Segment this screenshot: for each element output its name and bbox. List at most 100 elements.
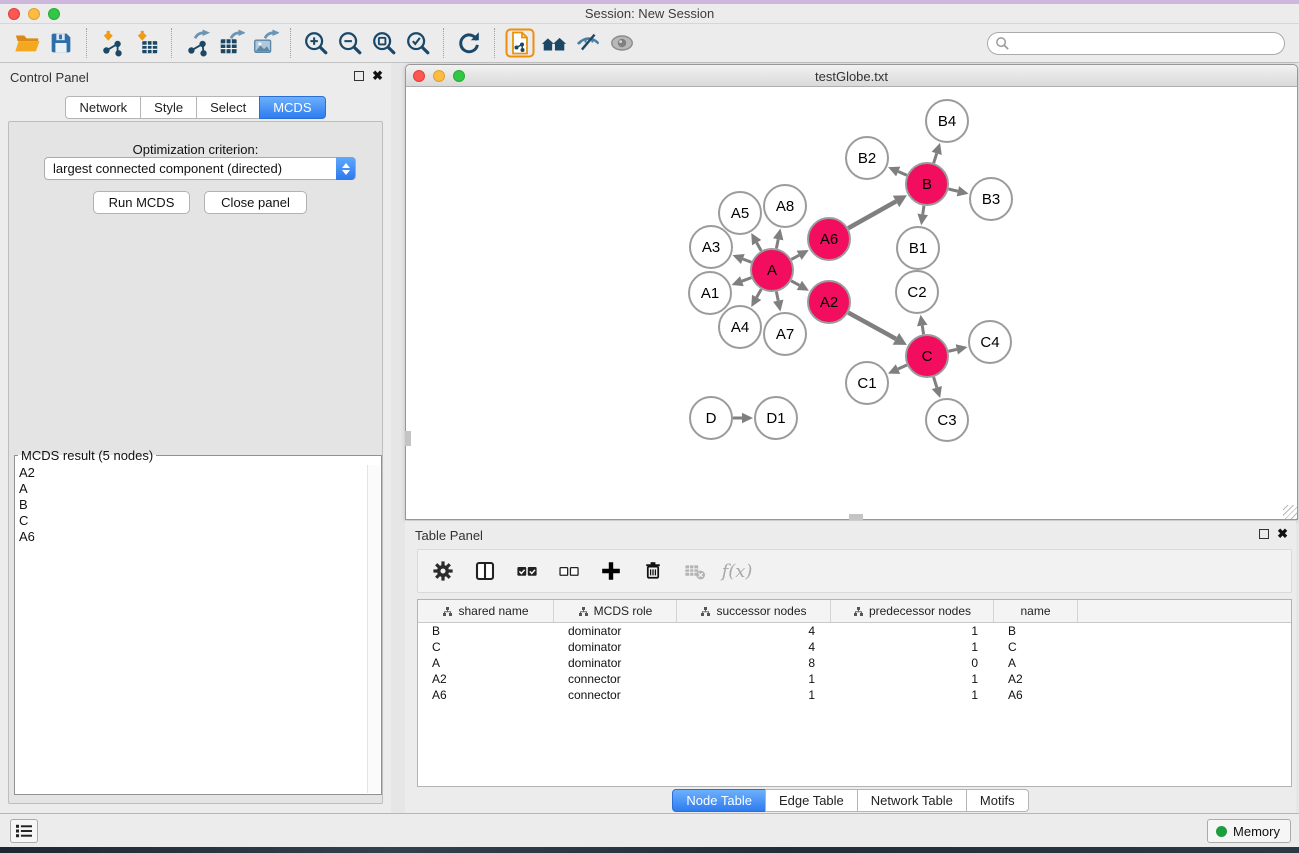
tab-style[interactable]: Style [140, 96, 197, 119]
close-panel-button[interactable]: Close panel [204, 191, 307, 214]
cell-predecessor-nodes[interactable]: 1 [831, 671, 994, 687]
result-item[interactable]: A [16, 481, 366, 497]
cell-name[interactable]: A2 [994, 671, 1078, 687]
result-item[interactable]: A6 [16, 529, 366, 545]
run-mcds-button[interactable]: Run MCDS [93, 191, 190, 214]
cell-predecessor-nodes[interactable]: 0 [831, 655, 994, 671]
resize-grip[interactable] [1283, 505, 1297, 519]
edge-C-C3[interactable] [934, 377, 937, 388]
left-splitter-handle[interactable] [405, 431, 411, 446]
export-table-button[interactable] [214, 26, 248, 60]
home-button[interactable] [537, 26, 571, 60]
cell-shared-name[interactable]: A2 [418, 671, 554, 687]
cell-shared-name[interactable]: A6 [418, 687, 554, 703]
table-settings-button[interactable] [428, 556, 458, 586]
edge-A-A3[interactable] [743, 259, 752, 262]
import-table-button[interactable] [129, 26, 163, 60]
edge-B-B3[interactable] [948, 189, 957, 191]
result-item[interactable]: C [16, 513, 366, 529]
edge-A-A8[interactable] [776, 239, 778, 248]
cell-mcds-role[interactable]: dominator [554, 639, 677, 655]
edge-C-C1[interactable] [898, 365, 907, 369]
optimization-criterion-select[interactable]: largest connected component (directed) [44, 157, 356, 180]
deselect-all-button[interactable] [554, 556, 584, 586]
cell-mcds-role[interactable]: connector [554, 671, 677, 687]
export-network-button[interactable] [180, 26, 214, 60]
edge-A-A1[interactable] [742, 278, 751, 282]
memory-button[interactable]: Memory [1207, 819, 1291, 843]
refresh-button[interactable] [452, 26, 486, 60]
float-table-panel-icon[interactable] [1259, 529, 1269, 539]
edge-C-C2[interactable] [922, 326, 923, 335]
table-row[interactable]: Adominator80A [418, 655, 1291, 671]
edge-A-A5[interactable] [757, 243, 762, 251]
tab-network-table[interactable]: Network Table [857, 789, 967, 812]
column-header-mcds-role[interactable]: MCDS role [554, 600, 677, 622]
cell-shared-name[interactable]: B [418, 623, 554, 639]
cell-mcds-role[interactable]: dominator [554, 623, 677, 639]
cell-name[interactable]: C [994, 639, 1078, 655]
tab-select[interactable]: Select [196, 96, 260, 119]
select-all-button[interactable] [512, 556, 542, 586]
delete-row-button[interactable] [638, 556, 668, 586]
hide-panel-button[interactable] [571, 26, 605, 60]
export-image-button[interactable] [248, 26, 282, 60]
network-canvas[interactable]: B4B2BB3A5A8A6B1A3AC2A1A2A4A7C4CC1C3DD1 [407, 88, 1296, 518]
edge-A-A7[interactable] [776, 292, 778, 301]
cell-mcds-role[interactable]: dominator [554, 655, 677, 671]
task-history-button[interactable] [10, 819, 38, 843]
result-item[interactable]: A2 [16, 465, 366, 481]
import-network-button[interactable] [95, 26, 129, 60]
tab-node-table[interactable]: Node Table [672, 789, 766, 812]
edge-A6-B[interactable] [848, 201, 896, 228]
cell-predecessor-nodes[interactable]: 1 [831, 639, 994, 655]
cell-successor-nodes[interactable]: 4 [677, 623, 831, 639]
function-builder-button[interactable]: f(x) [722, 556, 752, 586]
table-row[interactable]: Cdominator41C [418, 639, 1291, 655]
save-session-button[interactable] [44, 26, 78, 60]
zoom-selected-button[interactable] [401, 26, 435, 60]
cell-successor-nodes[interactable]: 1 [677, 687, 831, 703]
tab-network[interactable]: Network [65, 96, 141, 119]
cell-name[interactable]: A6 [994, 687, 1078, 703]
table-row[interactable]: A2connector11A2 [418, 671, 1291, 687]
zoom-fit-button[interactable] [367, 26, 401, 60]
tab-edge-table[interactable]: Edge Table [765, 789, 858, 812]
cell-predecessor-nodes[interactable]: 1 [831, 623, 994, 639]
column-header-shared-name[interactable]: shared name [418, 600, 554, 622]
show-panel-button[interactable] [605, 26, 639, 60]
edge-B-B4[interactable] [934, 153, 937, 163]
edge-B-B2[interactable] [898, 172, 907, 176]
close-panel-icon[interactable]: ✖ [372, 70, 383, 82]
table-row[interactable]: Bdominator41B [418, 623, 1291, 639]
cell-mcds-role[interactable]: connector [554, 687, 677, 703]
network-window-titlebar[interactable]: testGlobe.txt [406, 65, 1297, 87]
edge-C-C4[interactable] [948, 349, 956, 351]
float-panel-icon[interactable] [354, 71, 364, 81]
tab-motifs[interactable]: Motifs [966, 789, 1029, 812]
edge-A-A6[interactable] [791, 255, 799, 259]
edge-A2-C[interactable] [848, 313, 896, 339]
column-header-predecessor-nodes[interactable]: predecessor nodes [831, 600, 994, 622]
delete-table-button[interactable] [680, 556, 710, 586]
edge-A-A4[interactable] [757, 289, 762, 297]
cell-successor-nodes[interactable]: 1 [677, 671, 831, 687]
edge-B-B1[interactable] [923, 206, 924, 215]
cell-successor-nodes[interactable]: 8 [677, 655, 831, 671]
split-view-button[interactable] [470, 556, 500, 586]
zoom-in-button[interactable] [299, 26, 333, 60]
open-session-button[interactable] [10, 26, 44, 60]
cell-successor-nodes[interactable]: 4 [677, 639, 831, 655]
column-header-name[interactable]: name [994, 600, 1078, 622]
close-table-panel-icon[interactable]: ✖ [1277, 528, 1288, 540]
show-network-file-button[interactable] [503, 26, 537, 60]
cell-name[interactable]: B [994, 623, 1078, 639]
tab-mcds[interactable]: MCDS [259, 96, 325, 119]
cell-shared-name[interactable]: A [418, 655, 554, 671]
edge-A-A2[interactable] [791, 281, 799, 286]
table-row[interactable]: A6connector11A6 [418, 687, 1291, 703]
result-scrollbar[interactable] [367, 465, 380, 793]
cell-shared-name[interactable]: C [418, 639, 554, 655]
result-item[interactable]: B [16, 497, 366, 513]
search-input[interactable] [987, 32, 1285, 55]
